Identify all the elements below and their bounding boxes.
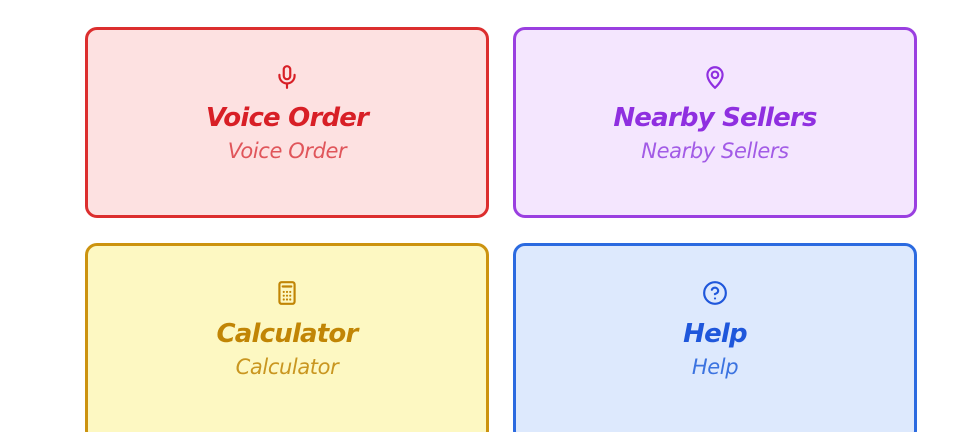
card-title: Calculator — [216, 319, 358, 349]
voice-order-card[interactable]: Voice Order Voice Order — [85, 27, 489, 218]
calculator-card[interactable]: Calculator Calculator — [85, 243, 489, 432]
microphone-icon — [274, 64, 300, 90]
card-subtitle: Help — [691, 355, 739, 379]
card-title: Nearby Sellers — [613, 103, 817, 133]
calculator-icon — [274, 280, 300, 306]
nearby-sellers-card[interactable]: Nearby Sellers Nearby Sellers — [513, 27, 917, 218]
feature-card-grid: Voice Order Voice Order Nearby Sellers N… — [0, 0, 979, 432]
card-subtitle: Nearby Sellers — [641, 139, 789, 163]
card-subtitle: Voice Order — [227, 139, 347, 163]
help-card[interactable]: Help Help — [513, 243, 917, 432]
card-title: Help — [683, 319, 748, 349]
location-pin-icon — [702, 64, 728, 90]
help-circle-icon — [702, 280, 728, 306]
card-title: Voice Order — [205, 103, 369, 133]
card-subtitle: Calculator — [235, 355, 339, 379]
